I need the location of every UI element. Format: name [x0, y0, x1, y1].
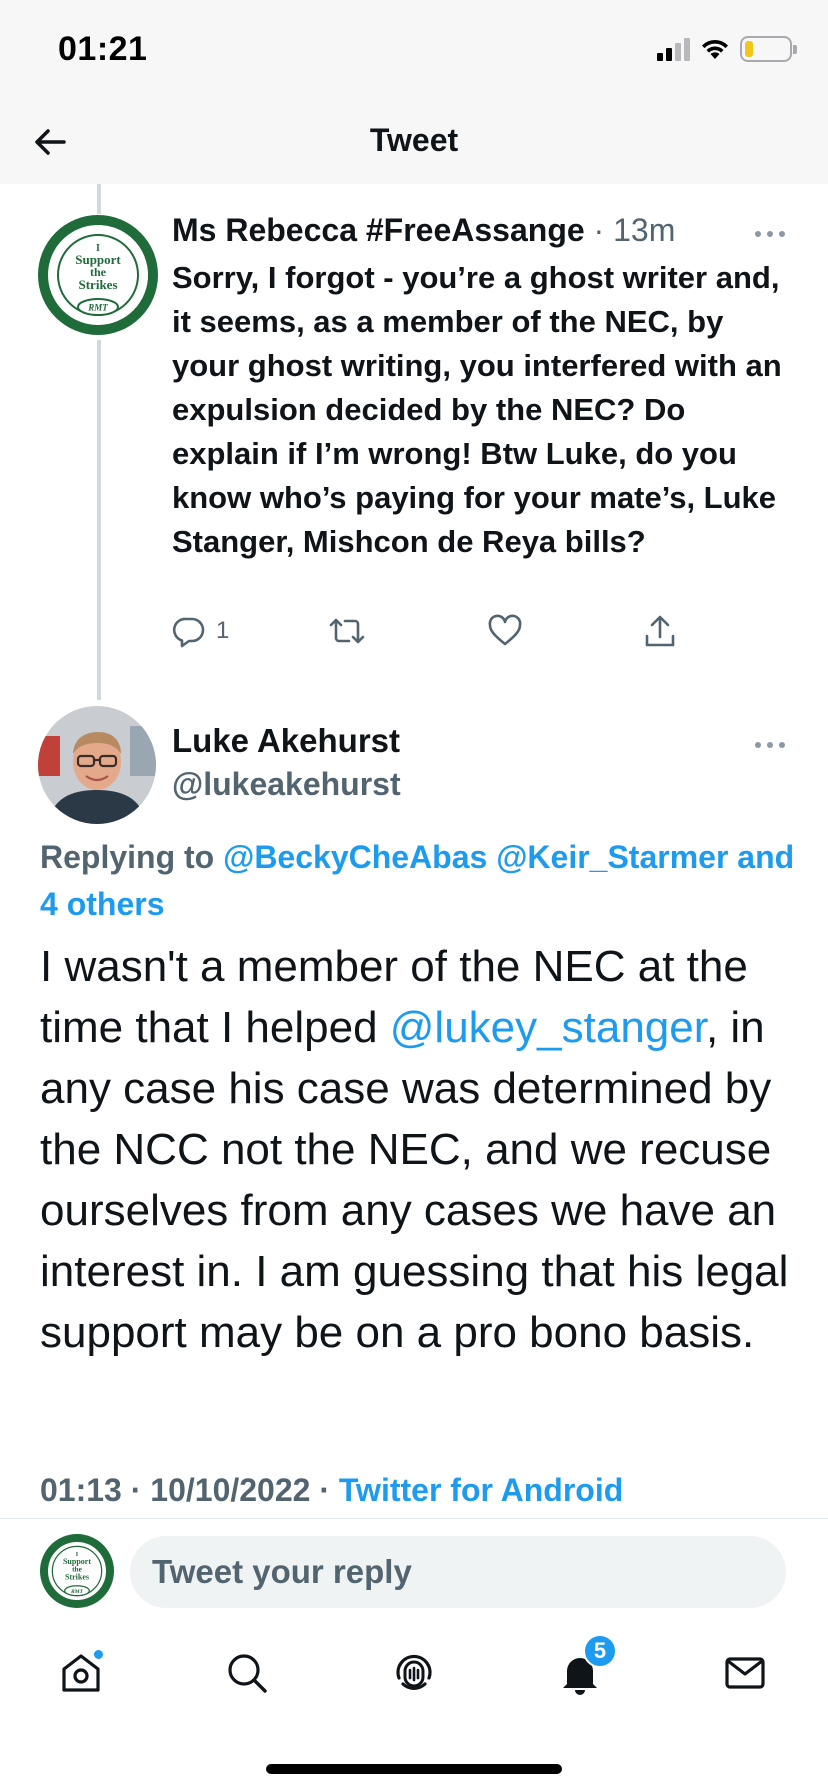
retweet-button[interactable]	[327, 614, 367, 648]
reply-icon	[172, 617, 205, 648]
reply-bar-avatar: I Support the Strikes RMT	[40, 1534, 114, 1608]
replying-prefix: Replying to	[40, 839, 215, 875]
home-indicator[interactable]	[266, 1764, 562, 1774]
tweet-timestamp: 01:13 · 10/10/2022 ·	[40, 1472, 339, 1508]
search-icon	[228, 1654, 267, 1693]
mention-link[interactable]: @lukey_stanger	[390, 1003, 706, 1052]
main-tweet-text: I wasn't a member of the NEC at the time…	[40, 936, 810, 1363]
like-button[interactable]	[487, 614, 523, 648]
parent-tweet-avatar[interactable]: DEFEND RAIL JOBS, PAY & CONDITIONS I Sup…	[38, 215, 158, 335]
main-tweet-avatar[interactable]	[38, 706, 156, 824]
main-tweet-author-name[interactable]: Luke Akehurst	[172, 722, 400, 760]
replying-to-link[interactable]: @BeckyCheAbas	[223, 839, 487, 875]
tab-notifications[interactable]: 5	[553, 1634, 617, 1700]
tweet-source-link[interactable]: Twitter for Android	[339, 1472, 623, 1508]
share-button[interactable]	[642, 614, 678, 650]
tweet-reply-input[interactable]	[130, 1536, 786, 1608]
bottom-tab-bar: 5	[0, 1630, 828, 1716]
page-title: Tweet	[369, 122, 459, 158]
main-tweet-author-handle[interactable]: @lukeakehurst	[172, 766, 401, 803]
tab-home[interactable]	[54, 1646, 108, 1700]
wifi-icon	[702, 39, 728, 59]
thread-line-top	[97, 184, 101, 214]
parent-tweet-more-icon[interactable]	[755, 229, 785, 239]
divider	[0, 1518, 828, 1519]
svg-text:Strikes: Strikes	[65, 1573, 89, 1582]
home-unread-dot	[92, 1648, 105, 1661]
svg-text:Strikes: Strikes	[79, 277, 118, 292]
main-tweet-text-part: , in any case his case was determined by…	[40, 1003, 789, 1357]
parent-tweet-author-name[interactable]: Ms Rebecca #FreeAssange	[172, 212, 585, 248]
status-bar: 01:21	[0, 0, 828, 100]
parent-tweet-time: · 13m	[593, 212, 676, 248]
parent-tweet-header: Ms Rebecca #FreeAssange · 13m	[172, 212, 675, 249]
notifications-badge: 5	[583, 1634, 617, 1668]
battery-icon	[740, 36, 797, 62]
svg-text:RMT: RMT	[70, 1589, 84, 1595]
rmt-support-strikes-logo: I Support the Strikes RMT	[40, 1534, 114, 1608]
svg-text:RMT: RMT	[87, 303, 108, 313]
replying-to-link[interactable]: @Keir_Starmer	[496, 839, 728, 875]
nav-header: Tweet	[0, 100, 828, 184]
tab-messages[interactable]	[718, 1646, 772, 1700]
author-photo	[38, 706, 156, 824]
retweet-icon	[329, 618, 365, 644]
parent-tweet-actions: 1	[172, 614, 692, 658]
status-time: 01:21	[58, 30, 148, 68]
share-icon	[645, 615, 675, 647]
reply-count: 1	[216, 617, 230, 644]
mail-icon	[725, 1657, 765, 1689]
main-tweet-more-icon[interactable]	[755, 740, 785, 750]
parent-tweet-text: Sorry, I forgot - you’re a ghost writer …	[172, 260, 782, 559]
spaces-icon	[396, 1654, 432, 1690]
replying-to-line: Replying to @BeckyCheAbas @Keir_Starmer …	[40, 834, 800, 928]
tab-spaces[interactable]	[387, 1646, 441, 1700]
heart-icon	[488, 614, 522, 646]
reply-button[interactable]: 1	[172, 614, 229, 648]
thread-line-bottom	[97, 340, 101, 700]
tweet-timestamp-line: 01:13 · 10/10/2022 · Twitter for Android	[40, 1472, 623, 1509]
tab-search[interactable]	[220, 1646, 274, 1700]
status-icons	[657, 36, 797, 62]
cellular-signal-icon	[657, 37, 690, 61]
rmt-support-strikes-logo: DEFEND RAIL JOBS, PAY & CONDITIONS I Sup…	[38, 215, 158, 335]
